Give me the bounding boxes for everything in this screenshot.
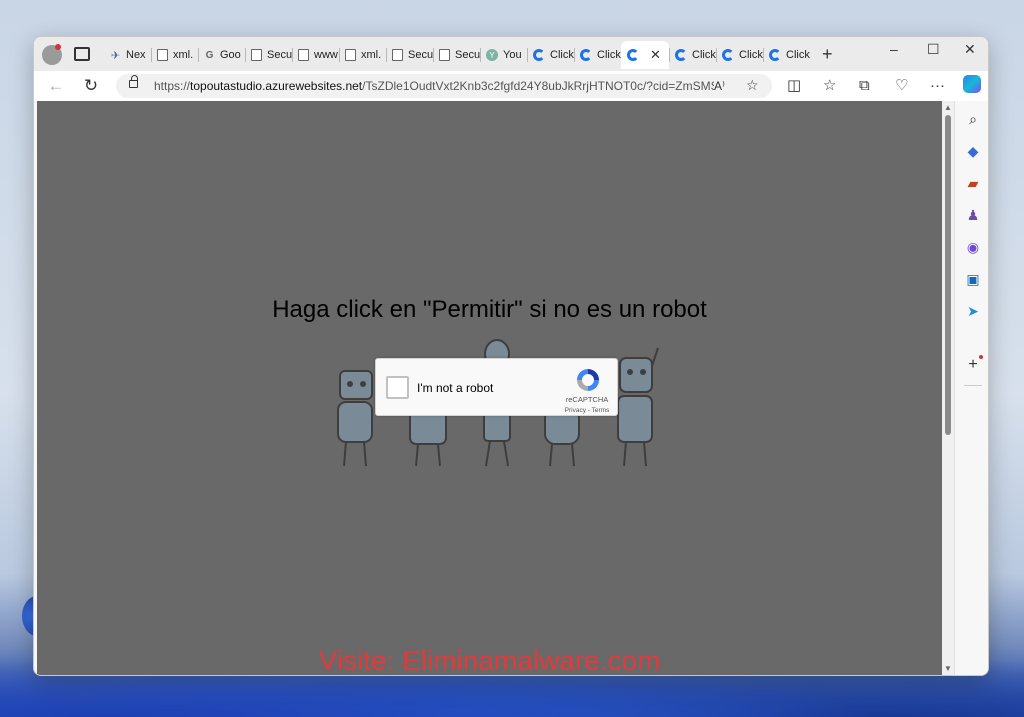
read-aloud-icon[interactable]: A⁾ (714, 79, 725, 93)
document-icon (157, 49, 168, 61)
tab-label: www (314, 49, 338, 61)
tab-label: You (503, 49, 522, 61)
edge-page-icon (580, 49, 592, 61)
recaptcha-logo-icon (577, 369, 599, 391)
edge-page-icon (627, 49, 639, 61)
browser-essentials-icon[interactable]: ♡ (895, 77, 908, 95)
tab-label: Goo (220, 49, 241, 61)
people-icon[interactable]: ♟ (964, 206, 982, 224)
tab[interactable]: xml. (151, 41, 198, 69)
add-icon[interactable]: + (964, 355, 983, 374)
tab[interactable]: ✕ (621, 41, 669, 69)
tab[interactable]: Click (716, 41, 763, 69)
more-icon[interactable]: ··· (930, 77, 945, 95)
tab[interactable]: Click (527, 41, 574, 69)
tab-label: Secu (267, 49, 292, 61)
tab-label: Click (692, 49, 716, 61)
browser-window: ✈ Nex xml. G Goo Secu www xml. Secu Secu Y You Click… (33, 36, 989, 676)
tab-label: xml. (173, 49, 194, 61)
tab-label: Secu (455, 49, 480, 61)
web-page: Haga click en "Permitir" si no es un rob… (37, 101, 942, 676)
tab[interactable]: xml. (339, 41, 386, 69)
search-icon[interactable]: ⌕ (964, 110, 982, 128)
close-tab-icon[interactable]: ✕ (650, 47, 661, 63)
puzzle-icon (298, 49, 309, 61)
tab[interactable]: Click (574, 41, 621, 69)
edge-page-icon (675, 49, 687, 61)
close-window-button[interactable]: ✕ (964, 41, 976, 58)
recaptcha-privacy-terms-link[interactable]: Privacy - Terms (560, 407, 614, 414)
tab-label: Nex (126, 49, 146, 61)
tab[interactable]: www (292, 41, 339, 69)
loading-icon (533, 49, 545, 61)
scroll-up-arrow-icon[interactable]: ▲ (944, 103, 952, 112)
edge-page-icon (722, 49, 734, 61)
tab[interactable]: Secu (245, 41, 292, 69)
tab[interactable]: Click (669, 41, 716, 69)
maximize-button[interactable]: ☐ (927, 41, 940, 58)
bird-icon: ✈ (110, 49, 121, 62)
page-scrollbar[interactable]: ▲ ▼ (942, 101, 954, 675)
tab-label: xml. (361, 49, 382, 61)
document-icon (439, 49, 450, 61)
tab[interactable]: Secu (386, 41, 433, 69)
google-icon: G (205, 49, 214, 61)
recaptcha-brand: reCAPTCHA (565, 395, 609, 404)
address-bar[interactable]: https://topoutastudio.azurewebsites.net/… (116, 74, 772, 98)
tab-label: Click (550, 49, 574, 61)
favorites-icon[interactable]: ☆ (823, 77, 836, 95)
watermark-text: Visite: Eliminamalware.com (318, 645, 661, 676)
tab-actions-icon[interactable] (74, 47, 90, 61)
tab-label: Secu (408, 49, 433, 61)
captcha-label: I'm not a robot (417, 381, 494, 395)
document-icon (345, 49, 356, 61)
avatar-icon: Y (486, 49, 498, 61)
tab-label: Click (597, 49, 621, 61)
tab[interactable]: Secu (433, 41, 480, 69)
profile-avatar-icon[interactable] (42, 44, 62, 65)
office-icon[interactable]: ◉ (964, 238, 982, 256)
minimize-button[interactable]: – (890, 41, 898, 57)
scroll-thumb[interactable] (945, 115, 951, 435)
navigation-toolbar: ← ↻ https://topoutastudio.azurewebsites.… (34, 71, 988, 101)
edge-page-icon (769, 49, 781, 61)
page-headline: Haga click en "Permitir" si no es un rob… (272, 296, 707, 323)
back-arrow-icon[interactable]: ← (46, 76, 66, 96)
tab-strip: ✈ Nex xml. G Goo Secu www xml. Secu Secu Y You Click… (34, 37, 988, 71)
tab[interactable]: Click (763, 41, 810, 69)
document-icon (251, 49, 262, 61)
outlook-icon[interactable]: ▣ (964, 270, 982, 288)
url-text[interactable]: https://topoutastudio.azurewebsites.net/… (154, 79, 714, 93)
edge-sidebar: ⌕ ◆ ▰ ♟ ◉ ▣ ➤ + ⚙ (954, 101, 988, 675)
tab-label: Click (739, 49, 763, 61)
scroll-down-arrow-icon[interactable]: ▼ (944, 664, 952, 673)
favorite-star-icon[interactable]: ☆ (746, 77, 759, 94)
tab[interactable]: ✈ Nex (104, 41, 151, 69)
tab-label: Click (786, 49, 810, 61)
tag-icon[interactable]: ◆ (964, 142, 982, 160)
collections-icon[interactable]: ⧉ (859, 77, 870, 95)
new-tab-button[interactable]: + (822, 45, 833, 63)
telegram-icon[interactable]: ➤ (964, 302, 982, 320)
sidebar-divider (964, 385, 982, 386)
split-screen-icon[interactable]: ◫ (787, 77, 801, 95)
recaptcha-widget: I'm not a robot reCAPTCHA Privacy - Term… (375, 358, 618, 416)
copilot-icon[interactable] (963, 75, 981, 93)
refresh-icon[interactable]: ↻ (81, 76, 101, 96)
toolbox-icon[interactable]: ▰ (964, 174, 982, 192)
tab[interactable]: Y You (480, 41, 527, 69)
tab-list: ✈ Nex xml. G Goo Secu www xml. Secu Secu Y You Click… (104, 41, 810, 69)
lock-icon[interactable] (129, 75, 138, 88)
tab[interactable]: G Goo (198, 41, 245, 69)
not-a-robot-checkbox[interactable] (386, 376, 409, 399)
document-icon (392, 49, 403, 61)
